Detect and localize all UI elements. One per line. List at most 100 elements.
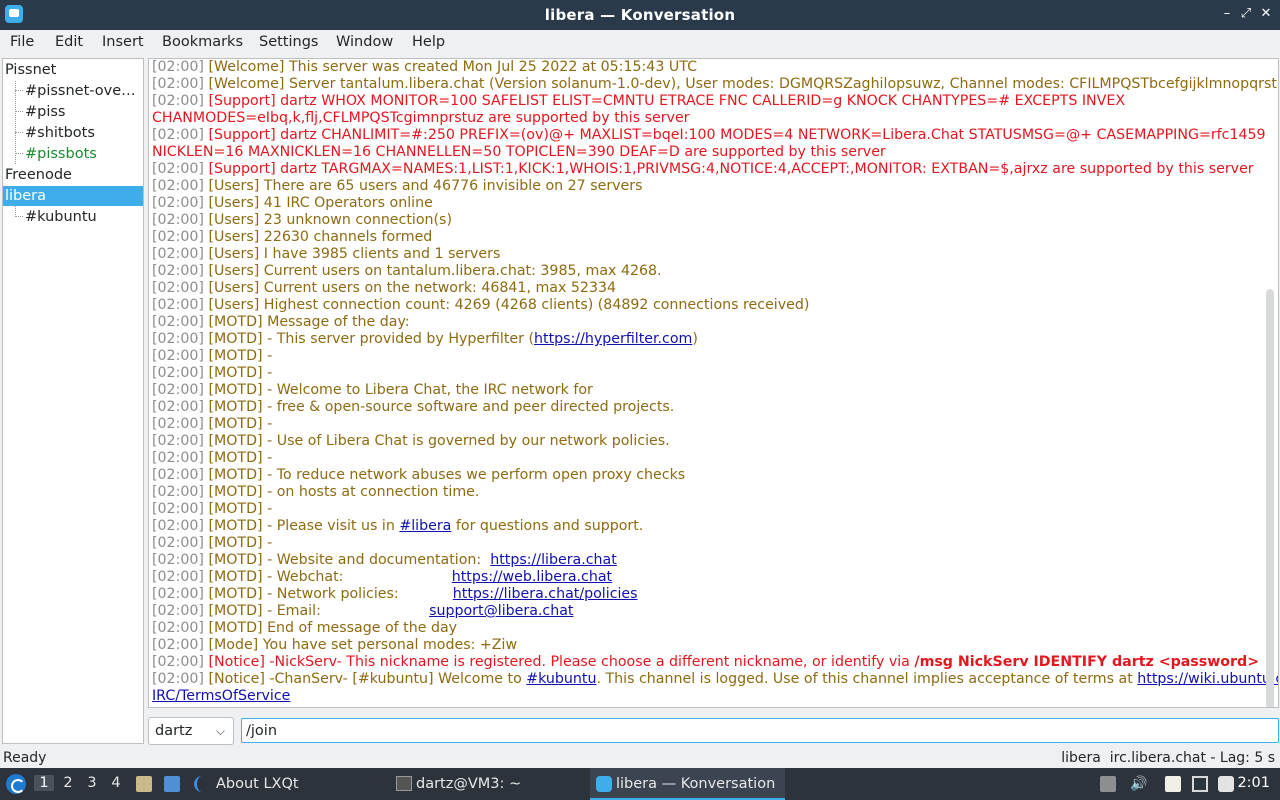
- task-label: libera — Konversation: [616, 776, 776, 792]
- tree-server-freenode[interactable]: Freenode: [5, 165, 141, 185]
- message-timestamp: [02:00]: [152, 620, 204, 636]
- tree-server-libera[interactable]: libera: [3, 186, 143, 206]
- message-timestamp: [02:00]: [152, 433, 204, 449]
- clipboard-icon[interactable]: [1100, 776, 1116, 792]
- message-category: [MOTD]: [208, 450, 263, 466]
- task-konversation[interactable]: libera — Konversation: [590, 768, 785, 800]
- notes-icon[interactable]: [1165, 776, 1181, 792]
- message-link[interactable]: https://web.libera.chat: [452, 569, 612, 585]
- message-timestamp: [02:00]: [152, 229, 204, 245]
- network-icon[interactable]: [1192, 776, 1208, 792]
- message-timestamp: [02:00]: [152, 467, 204, 483]
- menu-bookmarks[interactable]: Bookmarks: [162, 34, 243, 50]
- message-text: This server was created Mon Jul 25 2022 …: [284, 59, 697, 75]
- chat-line: [02:00] [MOTD] -: [152, 535, 1252, 552]
- chat-line: NICKLEN=16 MAXNICKLEN=16 CHANNELLEN=50 T…: [152, 144, 1252, 161]
- tree-channel-pissnet-over[interactable]: #pissnet-over…: [25, 81, 140, 101]
- message-timestamp: [02:00]: [152, 246, 204, 262]
- notification-icon[interactable]: [1218, 776, 1234, 792]
- menu-bar: File Edit Insert Bookmarks Settings Wind…: [0, 30, 1280, 56]
- message-timestamp: [02:00]: [152, 603, 204, 619]
- message-text: - Please visit us in: [262, 518, 400, 534]
- show-desktop-icon[interactable]: [164, 776, 180, 792]
- close-icon[interactable]: ✕: [1257, 5, 1275, 23]
- minimize-icon[interactable]: –: [1218, 5, 1236, 23]
- message-category: [MOTD]: [208, 586, 263, 602]
- message-text: - free & open-source software and peer d…: [262, 399, 675, 415]
- message-category: [MOTD]: [208, 314, 263, 330]
- tree-channel-piss[interactable]: #piss: [25, 102, 140, 122]
- message-link[interactable]: https://libera.chat/policies: [453, 586, 638, 602]
- menu-file[interactable]: File: [10, 34, 34, 50]
- tree-channel-pissbots[interactable]: #pissbots: [25, 144, 140, 164]
- message-timestamp: [02:00]: [152, 484, 204, 500]
- chat-line: [02:00] [MOTD] -: [152, 365, 1252, 382]
- menu-insert[interactable]: Insert: [102, 34, 144, 50]
- chat-scrollbar[interactable]: [1266, 289, 1274, 707]
- message-category: [Users]: [208, 212, 260, 228]
- message-text: There are 65 users and 46776 invisible o…: [259, 178, 643, 194]
- message-input[interactable]: [241, 718, 1279, 743]
- message-timestamp: [02:00]: [152, 195, 204, 211]
- message-link[interactable]: https://libera.chat: [490, 552, 617, 568]
- message-timestamp: [02:00]: [152, 518, 204, 534]
- task-about-lxqt[interactable]: About LXQt: [190, 768, 380, 800]
- menu-edit[interactable]: Edit: [55, 34, 83, 50]
- message-timestamp: [02:00]: [152, 59, 204, 75]
- status-text: Ready: [3, 750, 47, 766]
- message-link[interactable]: IRC/TermsOfService: [152, 688, 290, 704]
- chat-line: [02:00] [MOTD] - Please visit us in #lib…: [152, 518, 1252, 535]
- message-category: [MOTD]: [208, 433, 263, 449]
- tree-server-pissnet[interactable]: Pissnet: [5, 60, 141, 80]
- chevron-down-icon: ⌵: [215, 724, 225, 738]
- chat-line: CHANMODES=eIbq,k,flj,CFLMPQSTcgimnprstuz…: [152, 110, 1252, 127]
- clock: 2:01: [1237, 775, 1270, 791]
- chat-line: [02:00] [MOTD] - on hosts at connection …: [152, 484, 1252, 501]
- chat-line: [02:00] [Support] dartz CHANLIMIT=#:250 …: [152, 127, 1266, 144]
- menu-settings[interactable]: Settings: [259, 34, 318, 50]
- workspace-2[interactable]: 2: [58, 775, 78, 791]
- task-label: dartz@VM3: ~: [416, 776, 522, 792]
- chat-view[interactable]: [02:00] [Welcome] This server was create…: [148, 58, 1279, 708]
- message-timestamp: [02:00]: [152, 382, 204, 398]
- volume-icon[interactable]: 🔊: [1130, 776, 1147, 792]
- task-terminal[interactable]: dartz@VM3: ~: [390, 768, 580, 800]
- menu-help[interactable]: Help: [412, 34, 445, 50]
- message-text: -: [262, 535, 273, 551]
- message-text: -: [262, 450, 273, 466]
- message-category: [Users]: [208, 229, 260, 245]
- message-category: [MOTD]: [208, 399, 263, 415]
- message-text: End of message of the day: [262, 620, 458, 636]
- message-text: - Email:: [262, 603, 430, 619]
- menu-window[interactable]: Window: [336, 34, 393, 50]
- workspace-1[interactable]: 1: [34, 775, 54, 791]
- message-text: 41 IRC Operators online: [259, 195, 433, 211]
- message-link[interactable]: https://wiki.ubuntu.com/: [1137, 671, 1278, 687]
- workspace-3[interactable]: 3: [82, 775, 102, 791]
- message-link[interactable]: #kubuntu: [526, 671, 596, 687]
- message-link[interactable]: https://hyperfilter.com: [534, 331, 692, 347]
- file-manager-icon[interactable]: [136, 776, 152, 792]
- tree-channel-shitbots[interactable]: #shitbots: [25, 123, 140, 143]
- nick-selector[interactable]: dartz ⌵: [148, 717, 234, 745]
- tree-branch: [15, 132, 23, 133]
- message-link[interactable]: support@libera.chat: [429, 603, 573, 619]
- message-category: [MOTD]: [208, 348, 263, 364]
- message-text: -: [262, 365, 273, 381]
- message-text-after: for questions and support.: [451, 518, 644, 534]
- start-menu-icon[interactable]: [6, 774, 26, 794]
- lxqt-icon: [194, 776, 208, 792]
- message-category: [MOTD]: [208, 620, 263, 636]
- workspace-4[interactable]: 4: [106, 775, 126, 791]
- tree-channel-kubuntu[interactable]: #kubuntu: [25, 207, 140, 227]
- message-timestamp: [02:00]: [152, 637, 204, 653]
- message-category: [Support]: [208, 93, 276, 109]
- restore-icon[interactable]: ⤢: [1237, 5, 1255, 23]
- message-category: [Mode]: [208, 637, 259, 653]
- message-link[interactable]: #libera: [399, 518, 451, 534]
- message-timestamp: [02:00]: [152, 348, 204, 364]
- message-text: NICKLEN=16 MAXNICKLEN=16 CHANNELLEN=50 T…: [152, 144, 886, 160]
- chat-line: [02:00] [MOTD] -: [152, 501, 1252, 518]
- chat-line: [02:00] [MOTD] - Welcome to Libera Chat,…: [152, 382, 1252, 399]
- message-timestamp: [02:00]: [152, 127, 204, 143]
